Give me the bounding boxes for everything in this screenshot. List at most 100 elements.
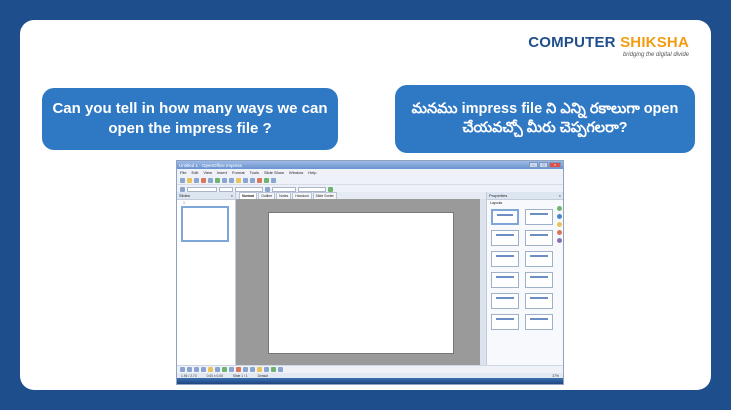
line-width-select[interactable] bbox=[219, 186, 233, 192]
styles-deck-icon[interactable] bbox=[557, 214, 562, 219]
logo-text-accent: SHIKSHA bbox=[620, 34, 689, 51]
menu-slide-show[interactable]: Slide Show bbox=[264, 170, 284, 175]
chart-icon[interactable] bbox=[257, 177, 262, 183]
animation-deck-icon[interactable] bbox=[557, 238, 562, 243]
slide-page[interactable] bbox=[269, 212, 453, 353]
drawing-toolbar bbox=[177, 365, 563, 373]
menu-help[interactable]: Help bbox=[308, 170, 316, 175]
shadow-icon[interactable] bbox=[328, 186, 333, 192]
pdf-icon[interactable] bbox=[201, 177, 206, 183]
area-style-icon[interactable] bbox=[265, 186, 270, 192]
maximize-icon[interactable]: □ bbox=[539, 162, 548, 168]
layouts-label: Layouts bbox=[490, 201, 503, 205]
menu-window[interactable]: Window bbox=[289, 170, 303, 175]
logo-tagline: bridging the digital divide bbox=[622, 52, 689, 58]
paste-icon[interactable] bbox=[236, 177, 241, 183]
layout-2-content-title[interactable] bbox=[491, 272, 519, 288]
table-icon[interactable] bbox=[264, 177, 269, 183]
menu-file[interactable]: File bbox=[180, 170, 186, 175]
status-position: 1.94 / 2.73 bbox=[181, 373, 197, 378]
basic-shapes-icon[interactable] bbox=[229, 367, 234, 372]
question-telugu: మనము impress file ని ఎన్ని రకాలుగా open … bbox=[395, 85, 695, 153]
layouts-grid bbox=[491, 209, 553, 330]
status-master: Default bbox=[257, 373, 269, 378]
line-style-select[interactable] bbox=[187, 186, 217, 192]
properties-deck-icon[interactable] bbox=[557, 206, 562, 211]
area-color-select[interactable] bbox=[298, 186, 326, 192]
connector-icon[interactable] bbox=[222, 367, 227, 372]
question-english: Can you tell in how many ways we can ope… bbox=[42, 88, 338, 150]
logo-text: COMPUTER SHIKSHA bbox=[528, 34, 689, 51]
workspace: Slides × 1 Normal Outline Notes Handout … bbox=[177, 192, 563, 366]
properties-pane: Properties × Layouts bbox=[486, 192, 563, 366]
tab-slide-sorter[interactable]: Slide Sorter bbox=[312, 192, 337, 199]
close-icon[interactable]: × bbox=[549, 162, 561, 168]
line-color-select[interactable] bbox=[235, 186, 263, 192]
slides-pane-header: Slides × bbox=[177, 192, 235, 200]
menu-view[interactable]: View bbox=[203, 170, 212, 175]
edit-area: Normal Outline Notes Handout Slide Sorte… bbox=[236, 192, 486, 366]
menu-bar: File Edit View Insert Format Tools Slide… bbox=[177, 169, 563, 176]
layout-vertical[interactable] bbox=[525, 314, 553, 330]
rectangle-icon[interactable] bbox=[194, 367, 199, 372]
tab-normal[interactable]: Normal bbox=[239, 192, 258, 199]
callouts-icon[interactable] bbox=[257, 367, 262, 372]
layout-title-slide[interactable] bbox=[525, 209, 553, 225]
line-icon[interactable] bbox=[187, 367, 192, 372]
standard-toolbar bbox=[177, 176, 563, 185]
menu-format[interactable]: Format bbox=[232, 170, 245, 175]
menu-insert[interactable]: Insert bbox=[217, 170, 227, 175]
logo-text-main: COMPUTER bbox=[528, 34, 621, 51]
ellipse-icon[interactable] bbox=[201, 367, 206, 372]
area-fill-select[interactable] bbox=[272, 186, 296, 192]
layout-title-2-content[interactable] bbox=[525, 230, 553, 246]
curve-icon[interactable] bbox=[215, 367, 220, 372]
slide-thumbnail[interactable] bbox=[181, 206, 229, 242]
tab-notes[interactable]: Notes bbox=[276, 192, 292, 199]
view-tabs: Normal Outline Notes Handout Slide Sorte… bbox=[236, 192, 486, 199]
layout-6-content[interactable] bbox=[491, 314, 519, 330]
image-icon[interactable] bbox=[271, 367, 276, 372]
navigator-icon[interactable] bbox=[271, 177, 276, 183]
spellcheck-icon[interactable] bbox=[215, 177, 220, 183]
print-icon[interactable] bbox=[208, 177, 213, 183]
block-arrows-icon[interactable] bbox=[243, 367, 248, 372]
properties-pane-close-icon[interactable]: × bbox=[559, 193, 561, 198]
slide-thumbnail-number: 1 bbox=[183, 201, 185, 205]
slides-pane-close-icon[interactable]: × bbox=[231, 193, 233, 198]
tab-outline[interactable]: Outline bbox=[258, 192, 276, 199]
layout-title-content-over[interactable] bbox=[491, 293, 519, 309]
layout-blank[interactable] bbox=[491, 209, 519, 225]
tab-handout[interactable]: Handout bbox=[292, 192, 312, 199]
open-icon[interactable] bbox=[187, 177, 192, 183]
status-zoom[interactable]: 37% bbox=[552, 374, 559, 378]
select-icon[interactable] bbox=[180, 367, 185, 372]
windows-taskbar bbox=[177, 378, 563, 384]
layout-title-only[interactable] bbox=[491, 251, 519, 267]
symbol-shapes-icon[interactable] bbox=[236, 367, 241, 372]
layout-title-content[interactable] bbox=[491, 230, 519, 246]
cut-icon[interactable] bbox=[222, 177, 227, 183]
minimize-icon[interactable]: – bbox=[529, 162, 538, 168]
fontwork-icon[interactable] bbox=[278, 367, 283, 372]
line-style-icon[interactable] bbox=[180, 186, 185, 192]
layout-centered-text[interactable] bbox=[525, 251, 553, 267]
copy-icon[interactable] bbox=[229, 177, 234, 183]
window-controls: – □ × bbox=[529, 162, 561, 168]
status-size: 0.00 x 0.00 bbox=[206, 373, 223, 378]
save-icon[interactable] bbox=[194, 177, 199, 183]
undo-icon[interactable] bbox=[243, 177, 248, 183]
layout-content-2-content[interactable] bbox=[525, 272, 553, 288]
layout-4-content[interactable] bbox=[525, 293, 553, 309]
sidebar-deck bbox=[557, 206, 562, 243]
redo-icon[interactable] bbox=[250, 177, 255, 183]
menu-tools[interactable]: Tools bbox=[250, 170, 259, 175]
flowchart-icon[interactable] bbox=[250, 367, 255, 372]
text-icon[interactable] bbox=[208, 367, 213, 372]
menu-edit[interactable]: Edit bbox=[191, 170, 198, 175]
new-icon[interactable] bbox=[180, 177, 185, 183]
properties-pane-title: Properties bbox=[489, 193, 508, 198]
stars-icon[interactable] bbox=[264, 367, 269, 372]
gallery-deck-icon[interactable] bbox=[557, 222, 562, 227]
navigator-deck-icon[interactable] bbox=[557, 230, 562, 235]
